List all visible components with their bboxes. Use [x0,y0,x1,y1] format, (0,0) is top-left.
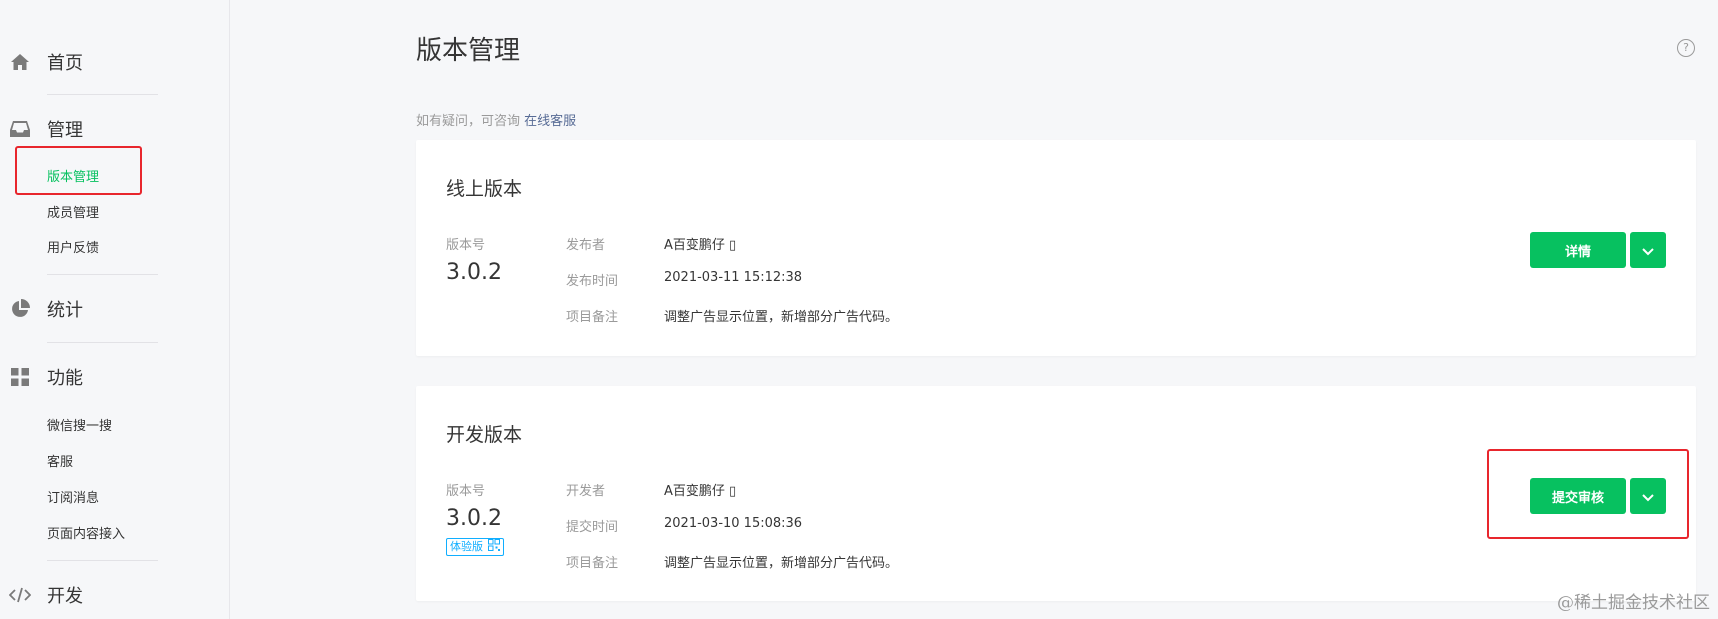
publisher-label: 发布者 [566,238,606,253]
nav-stats-label: 统计 [47,300,83,321]
nav-develop[interactable]: 开发 [0,580,200,610]
remark-value: 调整广告显示位置，新增部分广告代码。 [664,556,899,571]
publish-time-label: 发布时间 [566,274,619,289]
divider [47,94,158,95]
nav-home-label: 首页 [47,53,83,74]
online-version-title: 线上版本 [446,178,523,200]
nav-home[interactable]: 首页 [0,47,200,77]
submit-time-label: 提交时间 [566,520,619,535]
page-title: 版本管理 [416,36,521,66]
consult-text: 如有疑问，可咨询 [416,114,521,129]
sidebar-item-version-management[interactable]: 版本管理 [47,169,99,187]
nav-manage-label: 管理 [47,120,83,141]
submit-time-value: 2021-03-10 15:08:36 [664,516,803,531]
nav-develop-label: 开发 [47,586,83,607]
sidebar-item-wechat-search[interactable]: 微信搜一搜 [47,418,112,436]
divider [47,342,158,343]
online-more-button[interactable] [1630,232,1666,268]
qr-code-icon [488,538,500,556]
sidebar-item-customer-service[interactable]: 客服 [47,454,73,472]
developer-label: 开发者 [566,484,606,499]
question-circle-icon[interactable]: ? [1677,39,1695,57]
remark-value: 调整广告显示位置，新增部分广告代码。 [664,310,899,325]
home-icon [9,51,31,73]
trial-badge[interactable]: 体验版 [446,538,504,556]
details-button[interactable]: 详情 [1530,232,1626,268]
sidebar-item-page-content[interactable]: 页面内容接入 [47,526,125,544]
version-number: 3.0.2 [446,260,502,285]
inbox-icon [9,118,31,140]
online-version-card: 线上版本 版本号 3.0.2 发布者 A百变鹏仔 ▯ 发布时间 2021-03-… [416,140,1696,356]
nav-features-label: 功能 [47,368,83,389]
page: 首页 管理 版本管理 成员管理 用户反馈 统计 功能 微信搜一搜 客服 订阅消息… [0,0,1718,619]
online-service-link[interactable]: 在线客服 [524,114,576,129]
version-number: 3.0.2 [446,506,502,531]
nav-stats[interactable]: 统计 [0,294,200,324]
chevron-down-icon [1642,241,1654,260]
sidebar: 首页 管理 版本管理 成员管理 用户反馈 统计 功能 微信搜一搜 客服 订阅消息… [0,0,230,619]
highlight-box-submit [1487,449,1689,539]
code-icon [9,584,31,606]
publisher-value: A百变鹏仔 ▯ [664,238,737,253]
nav-features[interactable]: 功能 [0,362,200,392]
version-label: 版本号 [446,238,486,253]
nav-manage[interactable]: 管理 [0,114,200,144]
divider [47,274,158,275]
version-label: 版本号 [446,484,486,499]
grid-icon [9,366,31,388]
dev-version-title: 开发版本 [446,424,523,446]
remark-label: 项目备注 [566,556,619,571]
remark-label: 项目备注 [566,310,619,325]
pie-chart-icon [9,298,31,320]
trial-badge-label: 体验版 [450,540,483,553]
divider [47,560,158,561]
watermark: @稀土掘金技术社区 [1557,593,1710,613]
sidebar-item-user-feedback[interactable]: 用户反馈 [47,240,99,258]
sidebar-item-subscribe-message[interactable]: 订阅消息 [47,490,99,508]
sidebar-item-member-management[interactable]: 成员管理 [47,205,99,223]
consult-line: 如有疑问，可咨询 在线客服 [416,110,576,129]
publish-time-value: 2021-03-11 15:12:38 [664,270,803,285]
developer-value: A百变鹏仔 ▯ [664,484,737,499]
